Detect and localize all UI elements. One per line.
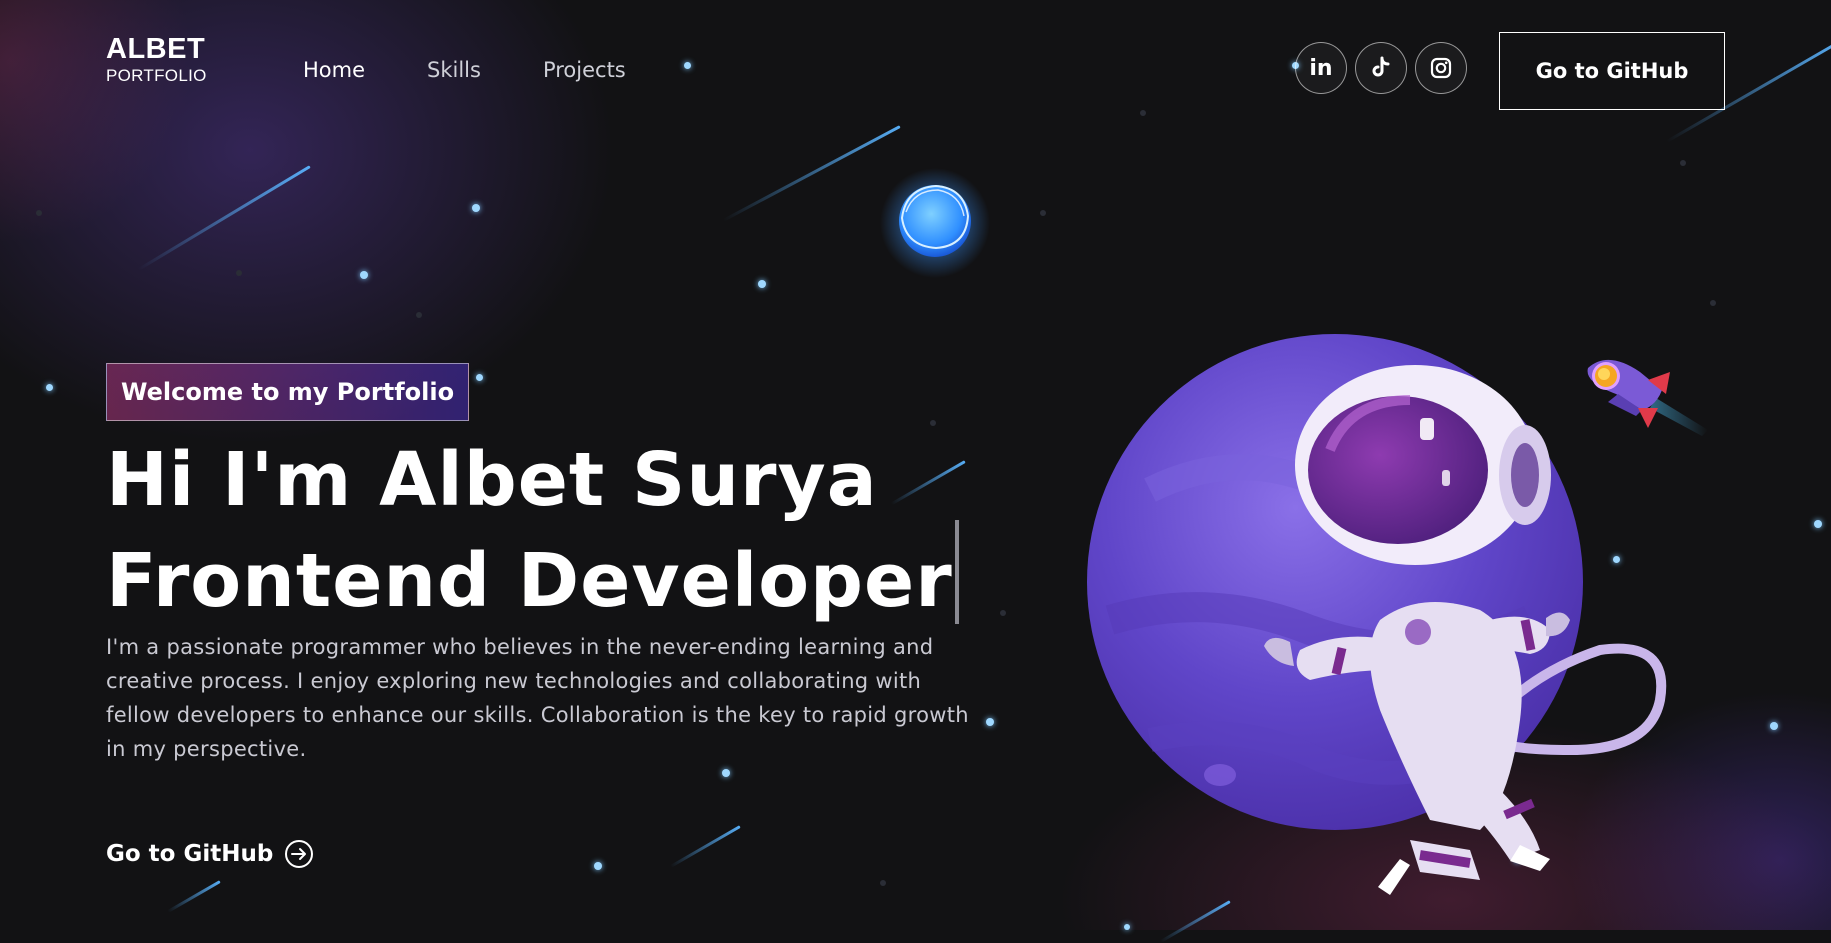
astronaut-illustration <box>1087 334 1667 895</box>
main-nav: Home Skills Projects <box>303 58 688 82</box>
star <box>1680 160 1686 166</box>
hero-title: Hi I'm Albet Surya Frontend Developer <box>106 440 959 624</box>
tiktok-link[interactable] <box>1355 42 1407 94</box>
hero-role: Frontend Developer <box>106 538 953 624</box>
star <box>986 718 994 726</box>
nav-projects[interactable]: Projects <box>543 58 626 82</box>
star <box>880 880 886 886</box>
cta-label: Go to GitHub <box>106 841 274 867</box>
instagram-icon <box>1430 57 1452 79</box>
star <box>416 312 422 318</box>
shooting-star <box>167 880 221 913</box>
star <box>1040 210 1046 216</box>
nav-home[interactable]: Home <box>303 58 365 82</box>
hero-title-line-1: Hi I'm Albet Surya <box>106 437 878 523</box>
linkedin-icon: in <box>1309 55 1333 81</box>
github-button[interactable]: Go to GitHub <box>1499 32 1725 110</box>
star <box>46 384 53 391</box>
star <box>722 769 730 777</box>
star <box>36 210 42 216</box>
site-header: ALBET PORTFOLIO Home Skills Projects in … <box>0 0 1831 140</box>
logo-subtitle: PORTFOLIO <box>106 66 207 85</box>
hero-intro: I'm a passionate programmer who believes… <box>106 635 969 761</box>
nav-skills[interactable]: Skills <box>427 58 481 82</box>
star <box>594 862 602 870</box>
typing-cursor <box>954 520 959 624</box>
star <box>1814 520 1822 528</box>
star <box>1710 300 1716 306</box>
star <box>476 374 483 381</box>
hero-title-line-2: Frontend Developer <box>106 520 959 624</box>
star <box>236 270 242 276</box>
instagram-link[interactable] <box>1415 42 1467 94</box>
social-links: in <box>1295 42 1467 94</box>
linkedin-link[interactable]: in <box>1295 42 1347 94</box>
star <box>758 280 766 288</box>
star <box>930 420 936 426</box>
small-planet-illustration <box>880 168 990 278</box>
star <box>360 271 368 279</box>
tiktok-icon <box>1372 56 1390 77</box>
welcome-badge: Welcome to my Portfolio <box>106 363 470 421</box>
shooting-star <box>669 825 741 868</box>
arrow-right-icon <box>285 840 314 868</box>
logo-title: ALBET <box>106 33 206 65</box>
star <box>472 204 480 212</box>
star <box>1124 924 1130 930</box>
logo[interactable]: ALBET PORTFOLIO <box>106 32 207 86</box>
github-cta-link[interactable]: Go to GitHub <box>106 840 314 868</box>
star <box>1000 610 1006 616</box>
shooting-star <box>137 165 311 271</box>
